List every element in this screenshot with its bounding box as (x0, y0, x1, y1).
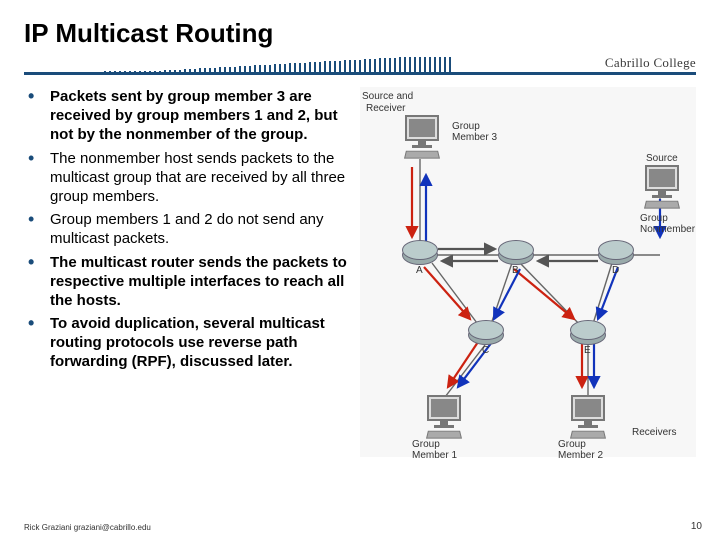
title-divider: Cabrillo College (24, 57, 696, 81)
host-label: Group Member 2 (558, 439, 603, 461)
router-b (498, 245, 534, 265)
divider-ticks (104, 57, 476, 75)
bullet-item: To avoid duplication, several multicast … (24, 314, 354, 372)
host-label: Group Member 3 (452, 121, 497, 143)
host-role-label: Source (646, 153, 678, 164)
bullet-list: Packets sent by group member 3 are recei… (24, 87, 354, 372)
router-label: D (612, 265, 619, 276)
host-label: Group Member 1 (412, 439, 457, 461)
bullet-item: The multicast router sends the packets t… (24, 253, 354, 311)
host-label: Group Nonmember (640, 213, 695, 235)
host-gm3 (400, 115, 444, 159)
footer-credit: Rick Graziani graziani@cabrillo.edu (24, 523, 151, 532)
bullet-column: Packets sent by group member 3 are recei… (24, 87, 354, 457)
router-e (570, 325, 606, 345)
router-a (402, 245, 438, 265)
slide: IP Multicast Routing Cabrillo College Pa… (0, 0, 720, 540)
host-nonmember (640, 165, 684, 209)
host-role-label: Receiver (366, 103, 405, 114)
bullet-item: Packets sent by group member 3 are recei… (24, 87, 354, 145)
bullet-item: The nonmember host sends packets to the … (24, 149, 354, 207)
router-label: A (416, 265, 423, 276)
page-number: 10 (691, 521, 702, 532)
bullet-item: Group members 1 and 2 do not send any mu… (24, 210, 354, 248)
receivers-label: Receivers (632, 427, 676, 438)
network-diagram: Source and Receiver Group Member 3 Sourc… (360, 87, 696, 457)
host-role-label: Source and (362, 91, 413, 102)
page-title: IP Multicast Routing (24, 18, 696, 49)
router-c (468, 325, 504, 345)
content-row: Packets sent by group member 3 are recei… (24, 87, 696, 457)
router-label: B (512, 265, 519, 276)
host-gm2 (566, 395, 610, 439)
college-name: Cabrillo College (605, 55, 696, 71)
host-gm1 (422, 395, 466, 439)
router-label: C (482, 345, 489, 356)
router-label: E (584, 345, 591, 356)
router-d (598, 245, 634, 265)
